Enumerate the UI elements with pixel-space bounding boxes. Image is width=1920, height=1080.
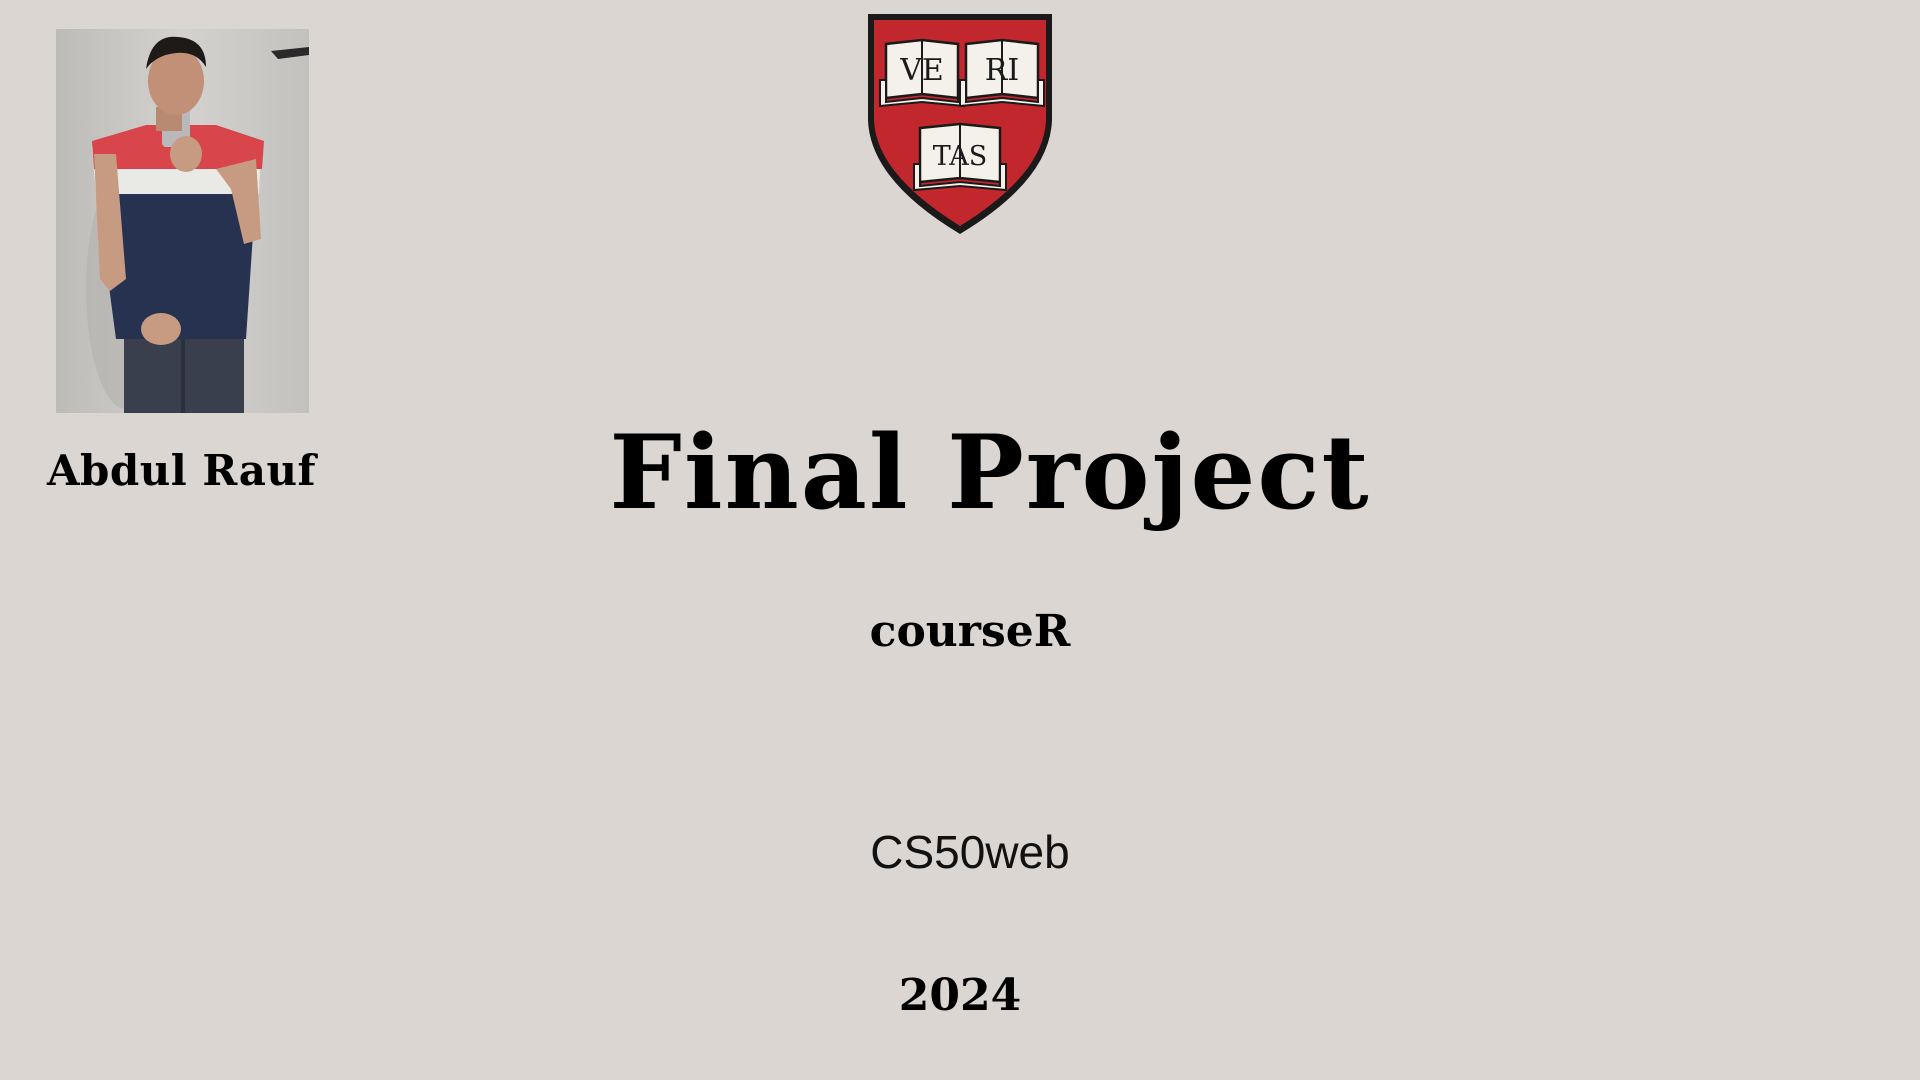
- title-slide: Abdul Rauf VE RI TAS Final Project cours…: [0, 0, 1920, 1080]
- project-name: courseR: [869, 606, 1071, 657]
- harvard-veritas-shield-icon: VE RI TAS: [864, 10, 1056, 236]
- book-ve-text: VE: [899, 53, 944, 88]
- portrait-photo-icon: [56, 29, 309, 413]
- year-label: 2024: [898, 970, 1022, 1021]
- author-name: Abdul Rauf: [46, 446, 317, 495]
- slide-title: Final Project: [609, 413, 1371, 533]
- book-ri-text: RI: [985, 53, 1019, 88]
- author-photo: [56, 29, 309, 413]
- course-name: CS50web: [870, 826, 1070, 878]
- book-tas-text: TAS: [933, 141, 988, 172]
